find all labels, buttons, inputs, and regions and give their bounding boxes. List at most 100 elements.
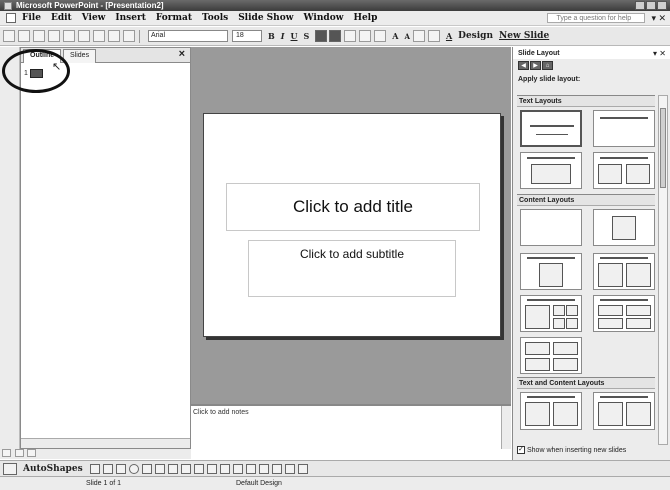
layout-four-content[interactable] — [520, 337, 582, 374]
align-center-icon[interactable] — [329, 30, 342, 42]
notes-pane[interactable]: Click to add notes — [191, 404, 511, 449]
document-close-icon[interactable]: ▾ ✕ — [651, 13, 666, 24]
title-placeholder[interactable]: Click to add title — [226, 183, 480, 231]
layout-title-content[interactable] — [520, 253, 582, 290]
shadow-style-icon[interactable] — [284, 463, 295, 474]
layout-title-text-content[interactable] — [520, 392, 582, 430]
shadow-button[interactable]: S — [304, 31, 310, 41]
new-icon[interactable] — [3, 30, 15, 42]
ask-question-input[interactable]: Type a question for help — [547, 13, 646, 23]
back-icon[interactable]: ◀ — [518, 61, 529, 70]
powerpoint-app-icon[interactable] — [4, 1, 12, 10]
draw-menu-icon[interactable] — [3, 462, 17, 475]
clipart-icon[interactable] — [180, 463, 191, 474]
layout-title-slide[interactable] — [520, 110, 582, 147]
grow-font-button[interactable]: A — [392, 31, 398, 41]
layout-title-text[interactable] — [520, 152, 582, 189]
decrease-indent-icon[interactable] — [412, 30, 425, 42]
outline-horizontal-scrollbar[interactable] — [21, 438, 190, 448]
slide-canvas[interactable]: Click to add title Click to add subtitle — [203, 113, 501, 337]
numbering-icon[interactable] — [359, 30, 372, 42]
layout-title-content-text[interactable] — [593, 392, 655, 430]
save-icon[interactable] — [33, 30, 45, 42]
layout-title-only[interactable] — [593, 110, 655, 147]
layout-two-column-text[interactable] — [593, 152, 655, 189]
font-color-button[interactable]: A — [446, 31, 452, 41]
font-size-select[interactable]: 18 — [232, 30, 262, 42]
picture-icon[interactable] — [193, 463, 204, 474]
subtitle-placeholder[interactable]: Click to add subtitle — [248, 240, 456, 297]
print-icon[interactable] — [48, 30, 60, 42]
layout-blank[interactable] — [520, 209, 582, 246]
menu-slide-show[interactable]: Slide Show — [238, 13, 293, 23]
task-pane-nav: ◀ ▶ ⌂ — [518, 61, 670, 70]
dash-style-icon[interactable] — [258, 463, 269, 474]
menu-tools[interactable]: Tools — [202, 13, 228, 23]
line-style-icon[interactable] — [245, 463, 256, 474]
table-icon[interactable] — [123, 30, 135, 42]
bullets-icon[interactable] — [374, 30, 387, 42]
autoshapes-menu[interactable]: AutoShapes — [23, 464, 83, 474]
maximize-button[interactable] — [646, 1, 656, 10]
task-pane-scroll-thumb[interactable] — [660, 108, 666, 188]
menu-help[interactable]: Help — [353, 13, 377, 23]
menu-window[interactable]: Window — [303, 13, 343, 23]
task-pane-scrollbar[interactable] — [658, 95, 668, 445]
chart-icon[interactable] — [108, 30, 120, 42]
forward-icon[interactable]: ▶ — [530, 61, 541, 70]
home-icon[interactable]: ⌂ — [542, 61, 553, 70]
status-slide-info: Slide 1 of 1 — [86, 480, 122, 487]
fill-color-icon[interactable] — [206, 463, 217, 474]
layout-content[interactable] — [593, 209, 655, 246]
layout-title-four-content[interactable] — [593, 295, 655, 332]
font-color-icon[interactable] — [232, 463, 243, 474]
menu-file[interactable]: File — [22, 13, 41, 23]
task-pane-close-icon[interactable]: ▾ ✕ — [653, 49, 666, 58]
textbox-icon[interactable] — [141, 463, 152, 474]
open-icon[interactable] — [18, 30, 30, 42]
menu-format[interactable]: Format — [156, 13, 192, 23]
status-bar: Slide 1 of 1 Default Design — [0, 477, 670, 490]
menu-edit[interactable]: Edit — [51, 13, 72, 23]
new-slide-button[interactable]: New Slide — [499, 31, 549, 41]
tab-slides[interactable]: Slides — [63, 49, 97, 63]
shrink-font-button[interactable]: A — [405, 32, 410, 41]
underline-button[interactable]: U — [291, 31, 298, 41]
arrow-style-icon[interactable] — [271, 463, 282, 474]
toolbar-separator — [139, 29, 140, 43]
show-when-inserting-checkbox[interactable]: ✓ — [517, 446, 525, 454]
bold-button[interactable]: B — [268, 31, 275, 41]
document-icon[interactable] — [6, 13, 16, 23]
line-icon[interactable] — [89, 463, 100, 474]
close-pane-icon[interactable]: × — [179, 48, 185, 60]
italic-button[interactable]: I — [281, 31, 285, 41]
increase-indent-icon[interactable] — [427, 30, 440, 42]
layout-title-two-content[interactable] — [593, 253, 655, 290]
minimize-button[interactable] — [635, 1, 645, 10]
rectangle-icon[interactable] — [115, 463, 126, 474]
task-pane-title: Slide Layout — [518, 49, 560, 57]
3d-style-icon[interactable] — [297, 463, 308, 474]
notes-placeholder[interactable]: Click to add notes — [193, 409, 249, 416]
notes-scrollbar[interactable] — [501, 406, 511, 449]
arrow-icon[interactable] — [102, 463, 113, 474]
preview-icon[interactable] — [63, 30, 75, 42]
diagram-icon[interactable] — [167, 463, 178, 474]
layout-title-content-over-two[interactable] — [520, 295, 582, 332]
wordart-icon[interactable] — [154, 463, 165, 474]
oval-icon[interactable] — [128, 463, 139, 474]
normal-view-icon[interactable] — [2, 449, 11, 457]
slide-sorter-view-icon[interactable] — [14, 449, 24, 457]
line-color-icon[interactable] — [219, 463, 230, 474]
spelling-icon[interactable] — [78, 30, 90, 42]
align-left-icon[interactable] — [315, 30, 328, 42]
align-right-icon[interactable] — [344, 30, 357, 42]
design-button[interactable]: Design — [458, 31, 493, 41]
slide-show-view-icon[interactable] — [27, 449, 37, 457]
close-button[interactable] — [657, 1, 667, 10]
undo-icon[interactable] — [93, 30, 105, 42]
menu-view[interactable]: View — [82, 13, 106, 23]
menu-insert[interactable]: Insert — [115, 13, 145, 23]
slide-layout-task-pane: Slide Layout ▾ ✕ ◀ ▶ ⌂ Apply slide layou… — [512, 47, 670, 460]
font-name-select[interactable]: Arial — [148, 30, 228, 42]
